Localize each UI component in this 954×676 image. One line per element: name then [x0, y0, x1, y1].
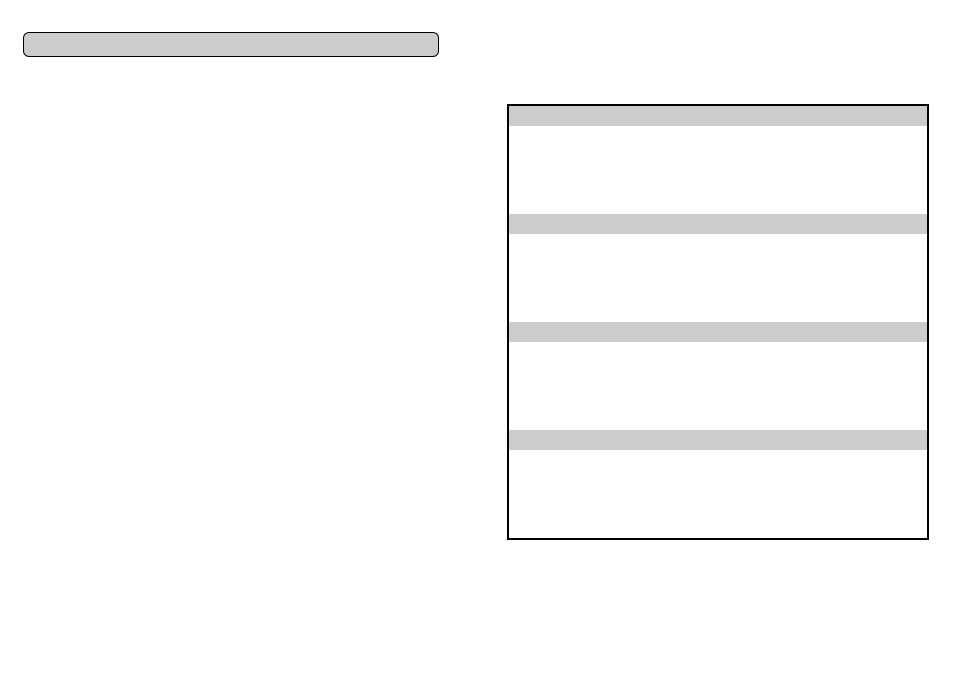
table-row-separator: [509, 430, 927, 450]
table-row-separator: [509, 322, 927, 342]
data-table: [507, 104, 929, 540]
top-button[interactable]: [23, 32, 439, 57]
table-row: [509, 126, 927, 214]
table-header: [509, 106, 927, 126]
table-row: [509, 450, 927, 538]
table-row: [509, 234, 927, 322]
table-row-separator: [509, 214, 927, 234]
table-row: [509, 342, 927, 430]
